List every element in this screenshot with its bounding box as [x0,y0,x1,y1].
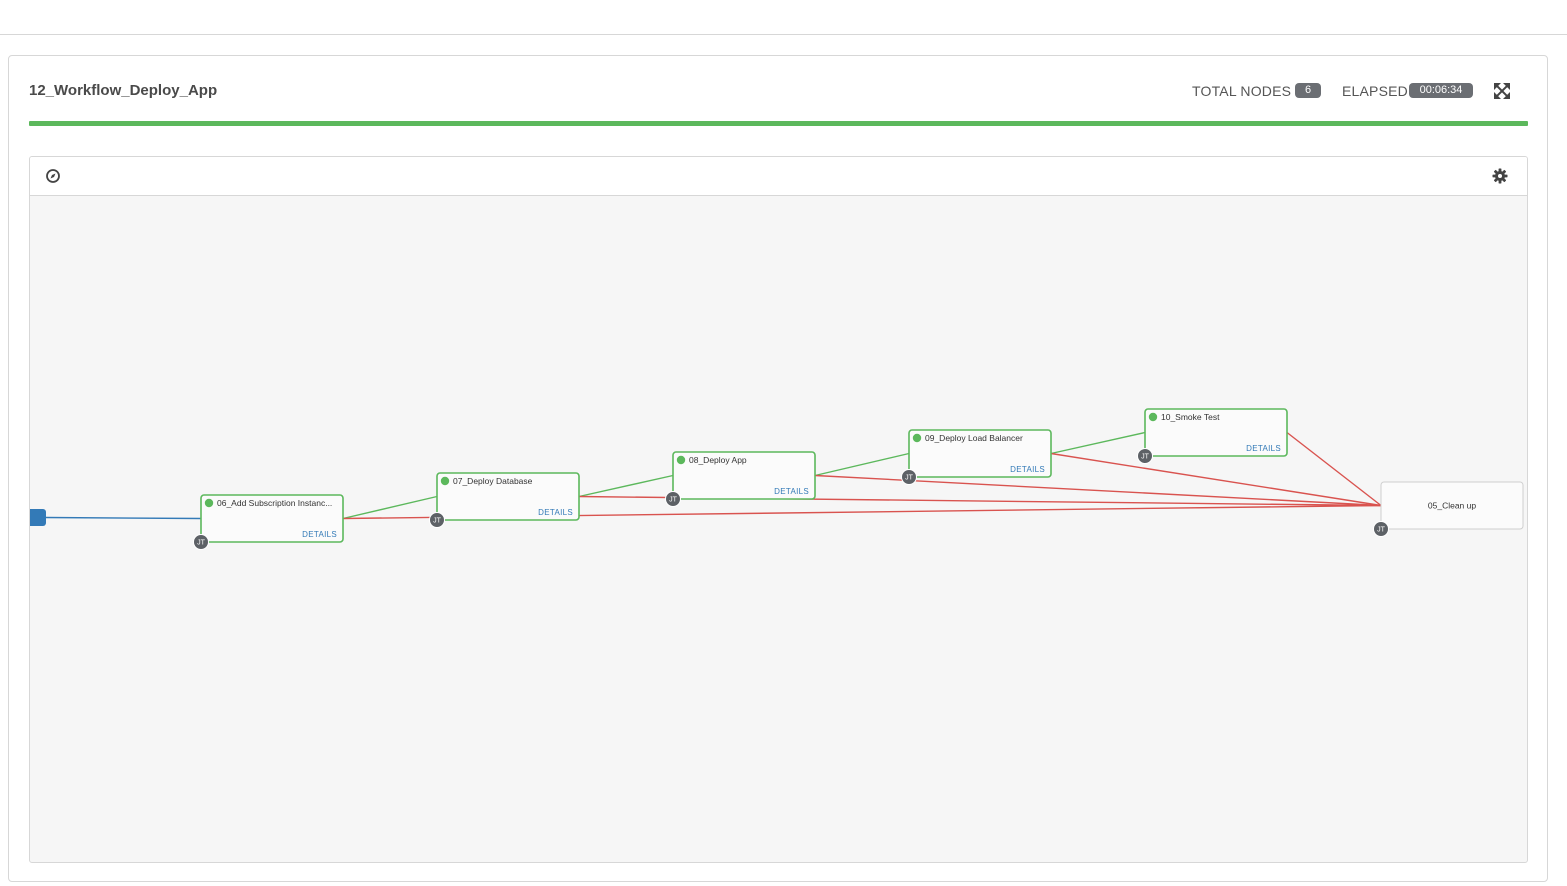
top-bar [0,0,1567,35]
graph-canvas: 06_Add Subscription Instanc...DETAILSJT0… [30,408,1524,550]
job-template-badge-text: JT [669,497,678,504]
workflow-node[interactable]: 07_Deploy Database DETAILS JT [429,472,580,528]
workflow-node[interactable]: 06_Add Subscription Instanc... DETAILS JT [193,494,344,550]
node-label: 08_Deploy App [689,455,747,465]
job-template-badge-text: JT [1141,454,1150,461]
node-label: 05_Clean up [1428,501,1476,511]
total-nodes-label: TOTAL NODES [1192,83,1292,99]
gear-icon[interactable] [1492,168,1508,184]
job-template-badge-text: JT [905,475,914,482]
workflow-link-success[interactable] [1050,431,1146,455]
workflow-link-success[interactable] [814,452,910,477]
elapsed-label: ELAPSED [1342,83,1408,99]
job-template-badge-text: JT [1377,527,1386,534]
compass-icon[interactable] [45,168,61,184]
workflow-graph: 06_Add Subscription Instanc... DETAILS JT 0… [29,156,1528,863]
node-label: 10_Smoke Test [1161,412,1220,422]
workflow-results-panel: 12_Workflow_Deploy_App TOTAL NODES 6 ELA… [8,55,1548,882]
expand-icon[interactable] [1493,82,1511,100]
workflow-node[interactable]: 05_Clean up JT [1373,481,1524,537]
workflow-link-success[interactable] [578,474,674,498]
workflow-title: 12_Workflow_Deploy_App [29,82,218,99]
node-label: 06_Add Subscription Instanc... [217,498,332,508]
workflow-link-success[interactable] [342,495,438,520]
elapsed-badge: 00:06:34 [1409,83,1473,98]
details-link[interactable]: DETAILS [774,487,809,496]
workflow-link-failure[interactable] [1050,452,1382,507]
node-label: 07_Deploy Database [453,476,533,486]
job-template-badge-text: JT [197,540,206,547]
details-link[interactable]: DETAILS [1246,444,1281,453]
status-dot-icon [204,498,214,508]
workflow-node[interactable]: 09_Deploy Load Balancer DETAILS JT [901,429,1052,485]
job-template-badge-text: JT [433,518,442,525]
workflow-node[interactable]: 08_Deploy App DETAILS JT [665,451,816,507]
workflow-link-always[interactable] [45,516,202,520]
workflow-link-failure[interactable] [814,474,1382,507]
start-node[interactable] [30,509,46,526]
graph-toolbar [30,157,1527,196]
status-dot-icon [1148,412,1158,422]
node-label: 09_Deploy Load Balancer [925,433,1023,443]
total-nodes-badge: 6 [1295,83,1321,98]
details-link[interactable]: DETAILS [302,530,337,539]
details-link[interactable]: DETAILS [538,508,573,517]
workflow-node[interactable]: 10_Smoke Test DETAILS JT [1137,408,1288,464]
status-dot-icon [676,455,686,465]
workflow-link-failure[interactable] [1286,431,1382,507]
status-dot-icon [440,476,450,486]
status-dot-icon [912,433,922,443]
workflow-progress-bar [29,121,1528,126]
details-link[interactable]: DETAILS [1010,465,1045,474]
